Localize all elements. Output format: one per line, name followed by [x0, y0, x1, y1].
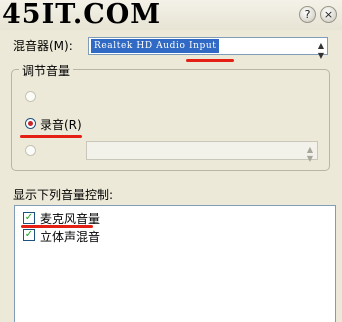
record-radio[interactable]	[25, 118, 36, 129]
mixer-selected-value: Realtek HD Audio Input	[91, 39, 220, 53]
record-radio-label: 录音(R)	[40, 118, 82, 132]
volume-controls-label: 显示下列音量控制:	[13, 188, 114, 202]
annotation-underline	[186, 59, 234, 62]
other-device-combo[interactable]: ▲ ▼	[86, 141, 318, 163]
playback-radio[interactable]	[25, 91, 36, 102]
help-button[interactable]: ?	[299, 6, 316, 23]
title-bar: 45IT.COM ? ×	[0, 0, 342, 30]
mixer-label: 混音器(M):	[13, 39, 73, 53]
stereo-mix-checkbox[interactable]: ✓	[23, 229, 35, 241]
other-radio[interactable]	[25, 145, 36, 156]
mixer-select[interactable]: Realtek HD Audio Input ▲ ▼	[88, 37, 328, 60]
annotation-underline	[20, 135, 82, 138]
close-button[interactable]: ×	[320, 6, 337, 23]
dropdown-arrow-icon[interactable]: ▲ ▼	[318, 41, 324, 61]
dropdown-arrow-icon[interactable]: ▲ ▼	[307, 145, 313, 163]
volume-adjust-group-title: 调节音量	[19, 62, 74, 79]
microphone-checkbox[interactable]: ✓	[23, 212, 35, 224]
stereo-mix-label: 立体声混音	[40, 230, 101, 244]
site-watermark: 45IT.COM	[2, 0, 162, 30]
